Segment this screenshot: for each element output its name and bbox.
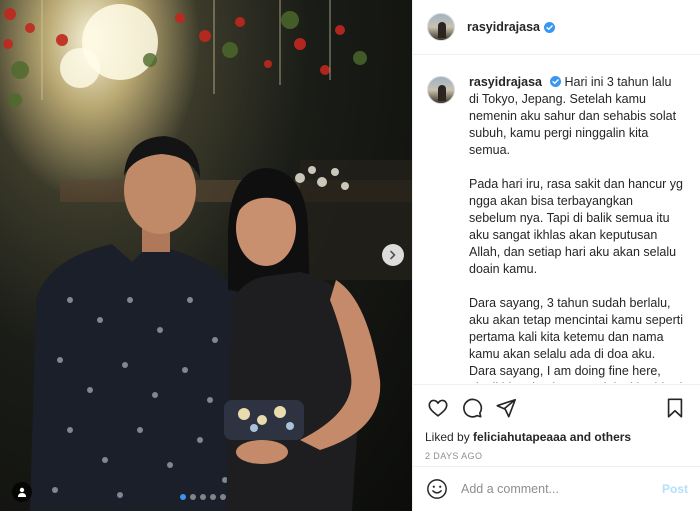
chevron-right-icon [390,250,396,260]
carousel-dot [190,494,196,500]
add-comment-bar: Post [413,466,700,511]
post-actions: Liked by feliciahutapeaaa and others 2 D… [413,384,700,461]
post-photo[interactable] [0,0,412,511]
avatar[interactable] [427,76,455,104]
share-button[interactable] [493,395,519,421]
comment-input[interactable] [461,482,662,496]
comment-icon [463,398,483,418]
carousel-dot [200,494,206,500]
bookmark-icon [667,398,683,418]
carousel-dot [210,494,216,500]
user-tag-icon [18,487,26,497]
caption-row: rasyidrajasa Hari ini 3 tahun lalu di To… [427,74,686,383]
header-username[interactable]: rasyidrajasa [467,20,540,34]
avatar[interactable] [427,13,455,41]
like-button[interactable] [425,395,451,421]
likes-others[interactable]: and others [570,430,631,444]
post-timestamp[interactable]: 2 DAYS AGO [425,451,688,461]
share-icon [496,398,516,418]
carousel-dot [220,494,226,500]
post-caption: rasyidrajasa Hari ini 3 tahun lalu di To… [469,74,683,383]
carousel-next-button[interactable] [382,244,404,266]
tagged-users-button[interactable] [12,482,32,502]
carousel-indicator [180,494,226,500]
caption-paragraph: Pada hari iru, rasa sakit dan hancur yg … [469,177,684,276]
liked-by-user[interactable]: feliciahutapeaaa [473,430,566,444]
post-sidebar: rasyidrajasa rasyidrajasa Hari ini 3 tah… [412,0,700,511]
likes-summary: Liked by feliciahutapeaaa and others [425,430,688,444]
comments-area[interactable]: rasyidrajasa Hari ini 3 tahun lalu di To… [413,56,700,383]
carousel-dot [180,494,186,500]
comment-button[interactable] [459,395,485,421]
caption-username[interactable]: rasyidrajasa [469,75,542,89]
photo-illustration [3,0,412,511]
post-comment-button[interactable]: Post [662,482,688,496]
smiley-icon [427,479,447,499]
heart-icon [428,399,448,417]
likes-prefix: Liked by [425,430,470,444]
post-header: rasyidrajasa [413,0,700,55]
save-button[interactable] [662,395,688,421]
verified-badge-icon [543,21,555,33]
action-icons [425,395,688,421]
caption-paragraph: Dara sayang, 3 tahun sudah berlalu, aku … [469,296,684,383]
caption-paragraph: rasyidrajasa Hari ini 3 tahun lalu di To… [469,74,683,159]
emoji-button[interactable] [425,477,449,501]
verified-badge-icon [549,76,561,87]
